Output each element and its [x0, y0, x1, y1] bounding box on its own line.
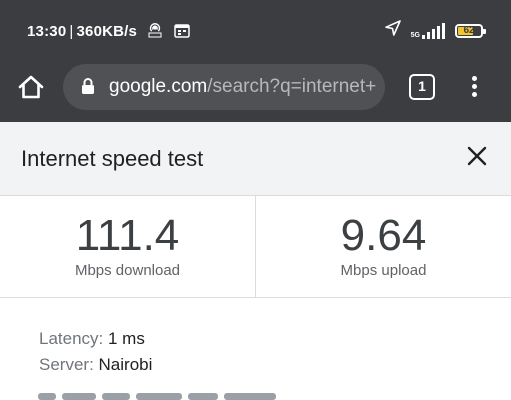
- close-button[interactable]: [465, 144, 489, 168]
- url-text: google.com/search?q=internet+: [109, 76, 376, 98]
- latency-row: Latency: 1 ms: [39, 326, 152, 352]
- download-value: 111.4: [75, 211, 180, 260]
- server-value: Nairobi: [98, 355, 153, 374]
- speed-metrics: 111.4 Mbps download 9.64 Mbps upload: [0, 196, 511, 298]
- status-left: 13:30 | 360KB/s: [27, 22, 190, 42]
- tab-count: 1: [418, 78, 426, 94]
- url-path: /search?q=internet+: [207, 76, 377, 97]
- upload-unit: Mbps upload: [340, 262, 427, 279]
- hotspot-icon: [147, 22, 163, 42]
- status-time: 13:30: [27, 22, 67, 40]
- download-metric: 111.4 Mbps download: [0, 196, 256, 297]
- upload-metric: 9.64 Mbps upload: [256, 196, 511, 297]
- card-title: Internet speed test: [21, 146, 204, 171]
- upload-value: 9.64: [340, 211, 427, 260]
- browser-chrome: 13:30 | 360KB/s 5G 62 google.com/search?…: [0, 0, 511, 122]
- home-button[interactable]: [16, 72, 46, 102]
- lock-icon: [81, 77, 95, 100]
- test-details: Latency: 1 ms Server: Nairobi: [39, 326, 152, 378]
- location-arrow-icon: [384, 20, 401, 41]
- more-vert-icon[interactable]: [466, 73, 482, 101]
- browser-toolbar: google.com/search?q=internet+ 1: [0, 58, 511, 122]
- network-type: 5G: [410, 31, 420, 39]
- latency-label: Latency:: [39, 329, 104, 348]
- home-icon: [16, 75, 46, 106]
- close-icon: [465, 146, 489, 172]
- network-speed: 360KB/s: [76, 22, 138, 40]
- download-unit: Mbps download: [74, 262, 181, 279]
- status-right: 5G 62: [384, 20, 486, 41]
- tab-switcher-button[interactable]: 1: [409, 74, 435, 100]
- address-bar[interactable]: google.com/search?q=internet+: [63, 64, 385, 110]
- battery-level: 62: [463, 24, 475, 36]
- server-label: Server:: [39, 355, 94, 374]
- signal-icon: 5G: [410, 22, 445, 39]
- latency-value: 1 ms: [108, 329, 145, 348]
- url-host: google.com: [109, 76, 208, 97]
- signal-bars: [422, 22, 445, 39]
- cut-off-text-line: [38, 393, 298, 400]
- server-row: Server: Nairobi: [39, 352, 152, 378]
- battery-icon: 62: [455, 23, 486, 38]
- status-bar: 13:30 | 360KB/s 5G 62: [0, 0, 511, 58]
- status-separator: |: [69, 22, 74, 40]
- calendar-icon: [174, 23, 190, 42]
- card-header: Internet speed test: [0, 122, 511, 196]
